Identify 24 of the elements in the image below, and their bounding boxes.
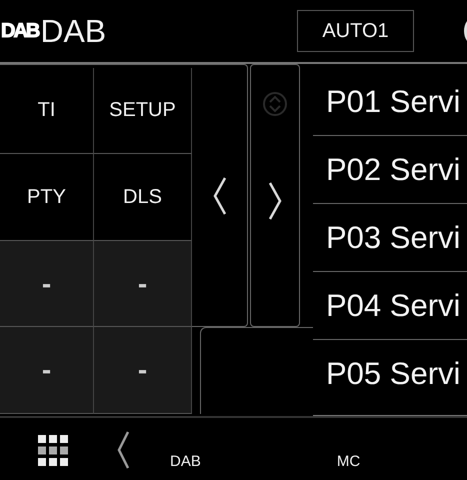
function-button[interactable]: DLS (94, 154, 192, 241)
function-button[interactable]: SETUP (94, 68, 192, 154)
empty-slot-button[interactable]: - (0, 327, 94, 414)
chevron-left-icon (212, 176, 228, 216)
dab-logo: DAB (1, 20, 38, 42)
chevron-left-icon[interactable] (116, 430, 130, 470)
preset-item[interactable]: P05 Servi (313, 340, 467, 407)
up-down-icon (262, 91, 288, 117)
preset-item[interactable]: P04 Servi (313, 272, 467, 340)
next-button[interactable] (250, 64, 300, 327)
source-tab[interactable]: DAB (170, 452, 201, 470)
function-button[interactable]: TI (0, 68, 94, 154)
function-button[interactable]: PTY (0, 154, 94, 241)
empty-slot-button[interactable]: - (94, 327, 192, 414)
empty-slot-button[interactable]: - (0, 241, 94, 327)
preset-item[interactable]: P03 Servi (313, 204, 467, 272)
source-title: DAB (40, 12, 106, 50)
app-grid-icon[interactable] (38, 434, 68, 466)
mode-button[interactable]: AUTO1 (297, 10, 414, 52)
preset-item[interactable]: P01 Servi (313, 68, 467, 136)
preset-item[interactable]: P02 Servi (313, 136, 467, 204)
empty-slot-button[interactable]: - (94, 241, 192, 327)
chevron-right-icon (267, 181, 283, 221)
source-tab[interactable]: MC (336, 452, 360, 470)
